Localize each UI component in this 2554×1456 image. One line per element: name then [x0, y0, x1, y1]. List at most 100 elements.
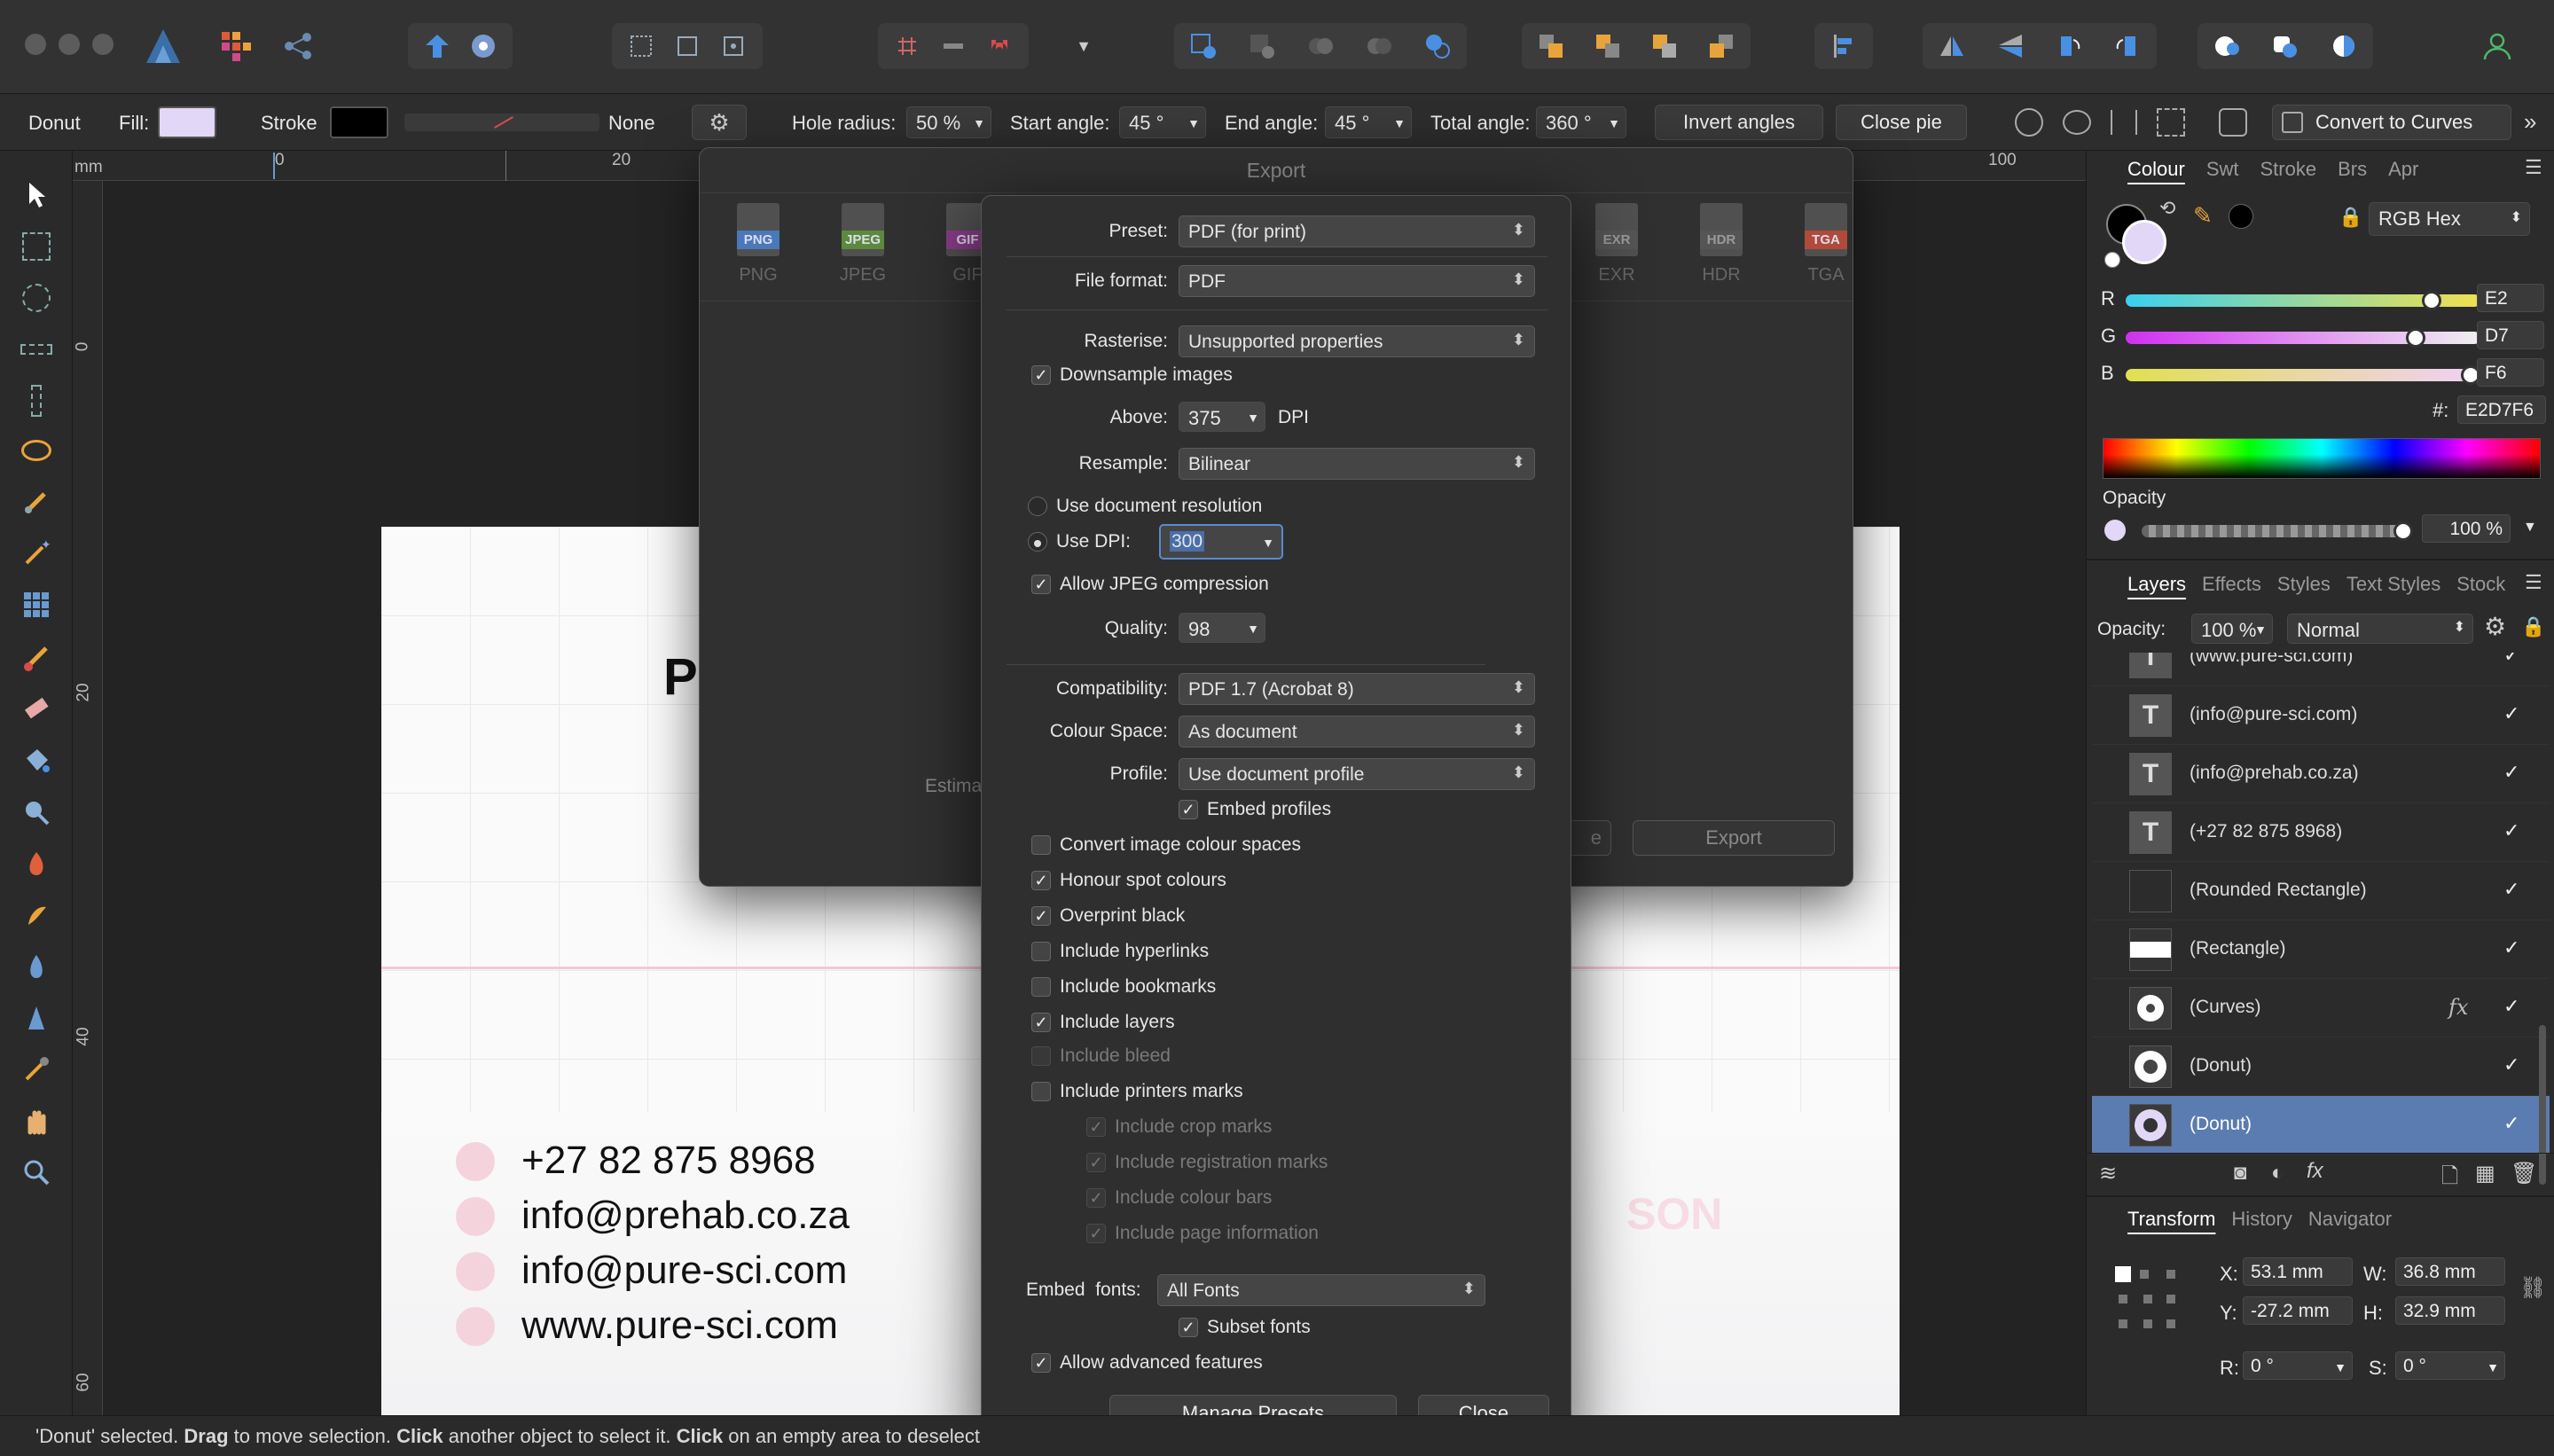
adjustment-icon[interactable]: ◐ — [2271, 1161, 2284, 1186]
lasso-icon[interactable] — [19, 433, 54, 468]
layer-visibility-checkbox[interactable]: ✓ — [2503, 938, 2523, 958]
swap-colours-icon[interactable]: ⟲ — [2159, 197, 2175, 220]
green-slider-knob[interactable] — [2406, 328, 2425, 348]
clone-icon[interactable] — [19, 795, 54, 830]
layer-visibility-checkbox[interactable]: ✓ — [2503, 1055, 2523, 1075]
gear-icon[interactable]: ⚙ — [2484, 612, 2506, 641]
convert-to-curves-button[interactable]: Convert to Curves — [2272, 105, 2511, 140]
layer-row[interactable]: T (www.pure-sci.com) ✓ — [2092, 653, 2550, 686]
fx-icon[interactable]: fx — [2448, 995, 2468, 1020]
use-dpi-radio[interactable]: Use DPI: — [1028, 531, 1131, 552]
layer-row[interactable]: (Rounded Rectangle) ✓ — [2092, 862, 2550, 920]
rect-marquee-icon[interactable] — [19, 229, 54, 264]
fill-studio-icon[interactable] — [2210, 29, 2244, 63]
rasterise-select[interactable]: Unsupported properties — [1179, 325, 1535, 357]
panel-menu-icon[interactable]: ☰ — [2525, 571, 2542, 594]
insert-inside-icon[interactable] — [1187, 29, 1220, 63]
select-bounds-icon[interactable] — [624, 29, 658, 63]
grid-icon[interactable] — [890, 29, 924, 63]
intersect-icon[interactable] — [1304, 29, 1337, 63]
rotate-canvas-icon[interactable] — [2219, 108, 2247, 137]
downsample-checkbox[interactable]: ✓ Downsample images — [1031, 364, 1233, 386]
blend-mode-select[interactable]: Normal ⬍ — [2287, 614, 2473, 644]
layer-row[interactable]: T (info@pure-sci.com) ✓ — [2092, 686, 2550, 745]
transform-origin-icon[interactable] — [2157, 108, 2185, 137]
tab-stock[interactable]: Stock — [2456, 573, 2505, 596]
colour-space-select[interactable]: As document — [1179, 716, 1535, 748]
add-layer-icon[interactable]: 🗋 — [2441, 1161, 2458, 1197]
snap-crosshair-icon[interactable] — [2015, 108, 2043, 137]
tab-stroke[interactable]: Stroke — [2260, 158, 2317, 181]
colour-spectrum[interactable] — [2103, 438, 2541, 479]
h-input[interactable]: 32.9 mm — [2395, 1296, 2505, 1325]
total-angle-input[interactable]: 360 ° ▼ — [1536, 106, 1626, 138]
format-tga[interactable]: TGA TGA — [1799, 203, 1853, 286]
selection-brush-icon[interactable] — [19, 484, 54, 520]
align-icon[interactable] — [1827, 29, 1861, 63]
end-angle-input[interactable]: 45 ° ▼ — [1325, 106, 1412, 138]
settings-flower-icon[interactable] — [466, 29, 500, 63]
tab-styles[interactable]: Styles — [2277, 573, 2331, 596]
account-icon[interactable] — [2474, 23, 2520, 69]
close-pie-button[interactable]: Close pie — [1836, 105, 1967, 140]
column-marquee-icon[interactable] — [19, 383, 54, 419]
blue-value[interactable]: F6 — [2477, 358, 2544, 387]
include-printers-marks-checkbox[interactable]: Include printers marks — [1031, 1081, 1243, 1102]
invert-angles-button[interactable]: Invert angles — [1655, 105, 1823, 140]
use-dpi-input[interactable]: 300 ▼ — [1159, 524, 1283, 560]
quality-input[interactable]: 98 ▼ — [1179, 613, 1265, 643]
designer-persona-icon[interactable] — [140, 23, 186, 69]
rotate-left-icon[interactable] — [2052, 29, 2086, 63]
anchor-point-selector[interactable] — [2115, 1266, 2182, 1334]
start-angle-input[interactable]: 45 ° ▼ — [1119, 106, 1206, 138]
layer-row[interactable]: T (+27 82 875 8968) ✓ — [2092, 803, 2550, 862]
layer-row[interactable]: (Curves) fx ✓ — [2092, 979, 2550, 1037]
honour-spot-colours-checkbox[interactable]: ✓ Honour spot colours — [1031, 870, 1226, 891]
use-document-resolution-radio[interactable]: Use document resolution — [1028, 496, 1262, 517]
layer-visibility-checkbox[interactable]: ✓ — [2503, 763, 2523, 782]
magic-wand-icon[interactable]: ✦ — [19, 536, 54, 571]
include-hyperlinks-checkbox[interactable]: Include hyperlinks — [1031, 941, 1209, 962]
burn-icon[interactable] — [19, 846, 54, 881]
select-transform-icon[interactable] — [670, 29, 704, 63]
allow-jpeg-checkbox[interactable]: ✓ Allow JPEG compression — [1031, 574, 1269, 595]
chevron-down-icon[interactable]: ▼ — [1262, 536, 1274, 550]
layer-visibility-checkbox[interactable]: ✓ — [2503, 821, 2523, 841]
allow-advanced-checkbox[interactable]: ✓ Allow advanced features — [1031, 1352, 1263, 1374]
layer-visibility-checkbox[interactable]: ✓ — [2503, 653, 2523, 665]
distribute-icon[interactable] — [2111, 110, 2137, 135]
x-input[interactable]: 53.1 mm — [2243, 1257, 2353, 1286]
panel-menu-icon[interactable]: ☰ — [2525, 156, 2542, 179]
sharpen-icon[interactable] — [19, 1000, 54, 1036]
red-value[interactable]: E2 — [2477, 284, 2544, 312]
tab-swatches[interactable]: Swt — [2206, 158, 2239, 181]
green-slider[interactable] — [2126, 328, 2480, 348]
trash-icon[interactable]: 🗑 — [2511, 1161, 2537, 1186]
above-dpi-input[interactable]: 375 ▼ — [1179, 402, 1265, 432]
resample-select[interactable]: Bilinear — [1179, 448, 1535, 480]
green-value[interactable]: D7 — [2477, 321, 2544, 349]
window-minimize-button[interactable] — [59, 34, 80, 55]
flip-vertical-icon[interactable] — [1994, 29, 2027, 63]
fx-icon[interactable]: fx — [2307, 1159, 2323, 1184]
format-exr[interactable]: EXR EXR — [1590, 203, 1643, 286]
y-input[interactable]: -27.2 mm — [2243, 1296, 2353, 1325]
pixel-layer-icon[interactable]: ▦ — [2475, 1161, 2495, 1186]
zoom-icon[interactable] — [19, 1155, 54, 1190]
format-png[interactable]: PNG PNG — [732, 203, 785, 286]
tab-layers[interactable]: Layers — [2127, 573, 2186, 596]
xor-icon[interactable] — [1362, 29, 1396, 63]
layer-visibility-checkbox[interactable]: ✓ — [2503, 997, 2523, 1016]
pixel-grid-icon[interactable] — [19, 587, 54, 622]
shape-settings-button[interactable]: ⚙ — [692, 105, 747, 140]
rotate-right-icon[interactable] — [2111, 29, 2144, 63]
eyedropper-icon[interactable]: ✎ — [2193, 202, 2213, 230]
tab-text-styles[interactable]: Text Styles — [2346, 573, 2440, 596]
shear-input[interactable]: 0 ° ▼ — [2395, 1351, 2505, 1380]
file-format-select[interactable]: PDF — [1179, 265, 1535, 297]
stroke-studio-icon[interactable] — [2268, 29, 2302, 63]
include-bookmarks-checkbox[interactable]: Include bookmarks — [1031, 976, 1216, 998]
lock-icon[interactable]: 🔒 — [2339, 206, 2362, 229]
compatibility-select[interactable]: PDF 1.7 (Acrobat 8) — [1179, 673, 1535, 705]
ellipse-marquee-icon[interactable] — [19, 280, 54, 316]
